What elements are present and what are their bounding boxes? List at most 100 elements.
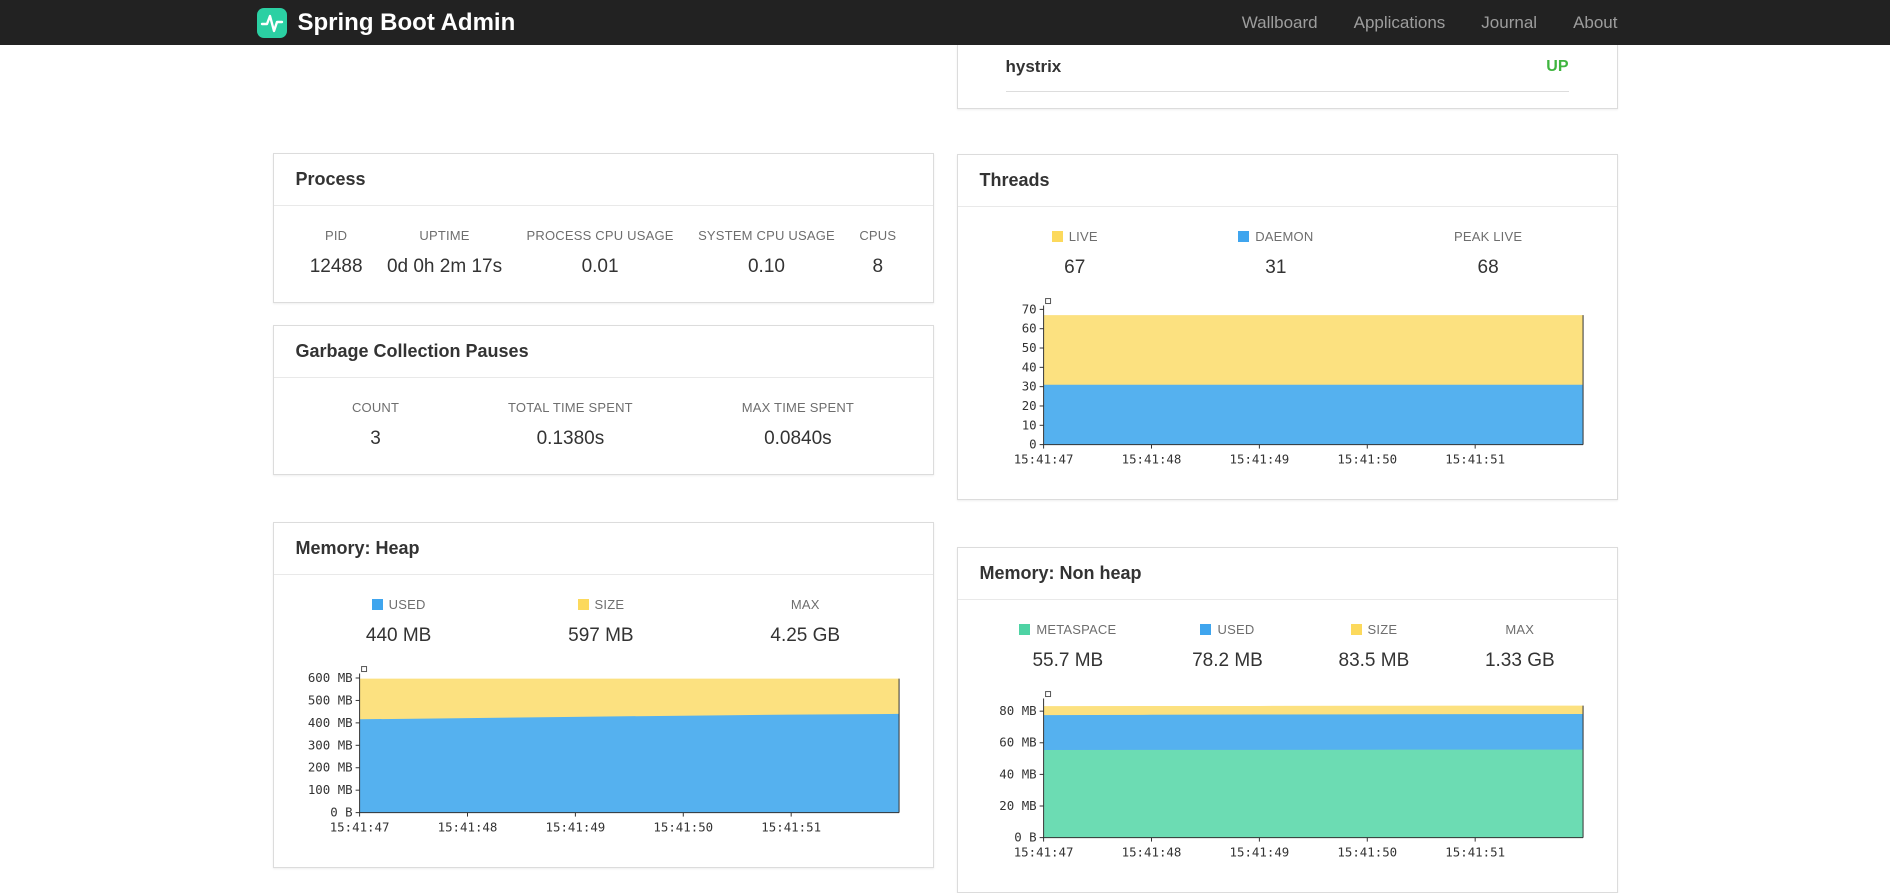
threads-card-title: Threads xyxy=(957,155,1617,207)
svg-text:15:41:48: 15:41:48 xyxy=(437,819,497,834)
metric-threads-live: LIVE 67 xyxy=(1051,229,1098,279)
metaspace-legend-swatch xyxy=(1019,624,1031,635)
metric-heap-used: USED 440 MB xyxy=(365,597,432,646)
memory-heap-card-title: Memory: Heap xyxy=(273,523,933,575)
threads-card: Threads LIVE 67 DAEMON 31 PEAK LIVE 68 0… xyxy=(956,154,1618,500)
svg-text:400 MB: 400 MB xyxy=(307,715,352,730)
svg-text:0: 0 xyxy=(1029,437,1036,452)
memory-heap-metrics: USED 440 MB SIZE 597 MB MAX 4.25 GB xyxy=(298,597,909,647)
svg-text:100 MB: 100 MB xyxy=(307,782,352,797)
gc-card-title: Garbage Collection Pauses xyxy=(273,326,933,378)
svg-text:15:41:49: 15:41:49 xyxy=(1229,451,1289,466)
metric-heap-max: MAX 4.25 GB xyxy=(770,597,841,646)
brand-link[interactable]: Spring Boot Admin xyxy=(256,7,516,38)
memory-heap-chart: 0 B 100 MB 200 MB 300 MB 400 MB 500 MB 600 MB 1… xyxy=(298,663,909,843)
svg-text:15:41:49: 15:41:49 xyxy=(1229,844,1289,859)
memory-nonheap-card-body: METASPACE 55.7 MB USED 78.2 MB SIZE 83.5… xyxy=(958,600,1617,892)
metric-gc-total-time-value: 0.1380s xyxy=(536,428,605,449)
navbar-inner: Spring Boot Admin Wallboard Applications… xyxy=(256,0,1618,45)
memory-nonheap-card-title: Memory: Non heap xyxy=(957,548,1617,600)
metric-process-cpu: PROCESS CPU USAGE 0.01 xyxy=(526,228,674,277)
threads-live-legend-swatch xyxy=(1051,231,1063,242)
metric-uptime-value: 0d 0h 2m 17s xyxy=(386,256,503,277)
nonheap-used-legend-swatch xyxy=(1200,624,1212,635)
metric-threads-peak: PEAK LIVE 68 xyxy=(1453,229,1523,278)
top-navbar: Spring Boot Admin Wallboard Applications… xyxy=(0,0,1890,45)
heap-size-legend-swatch xyxy=(577,599,589,610)
svg-text:20 MB: 20 MB xyxy=(999,798,1036,813)
metric-nonheap-size: SIZE 83.5 MB xyxy=(1338,622,1410,671)
main-content: Process PID 12488 UPTIME 0d 0h 2m 17s PR… xyxy=(272,45,1618,893)
metric-system-cpu-value: 0.10 xyxy=(747,256,785,277)
svg-text:600 MB: 600 MB xyxy=(307,670,352,685)
application-status-badge: UP xyxy=(1546,58,1569,75)
svg-text:40 MB: 40 MB xyxy=(999,766,1036,781)
metric-nonheap-used: USED 78.2 MB xyxy=(1192,622,1263,671)
metric-threads-live-value: 67 xyxy=(1064,257,1086,278)
heap-used-legend-swatch xyxy=(371,599,383,610)
svg-text:15:41:48: 15:41:48 xyxy=(1121,451,1181,466)
memory-heap-card-body: USED 440 MB SIZE 597 MB MAX 4.25 GB 0 B … xyxy=(274,575,933,867)
applications-card-partial: hystrix UP xyxy=(956,45,1618,109)
svg-text:10: 10 xyxy=(1021,417,1036,432)
svg-text:70: 70 xyxy=(1021,301,1036,316)
svg-text:15:41:51: 15:41:51 xyxy=(1445,451,1505,466)
metric-gc-max-time-value: 0.0840s xyxy=(764,428,832,449)
nonheap-size-legend-swatch xyxy=(1350,624,1362,635)
brand-title: Spring Boot Admin xyxy=(297,8,516,36)
metric-threads-daemon-value: 31 xyxy=(1265,257,1287,278)
process-card-body: PID 12488 UPTIME 0d 0h 2m 17s PROCESS CP… xyxy=(274,206,933,302)
svg-text:0 B: 0 B xyxy=(330,805,352,820)
threads-metrics: LIVE 67 DAEMON 31 PEAK LIVE 68 xyxy=(982,229,1593,279)
nav-link-about[interactable]: About xyxy=(1573,13,1617,33)
memory-nonheap-card: Memory: Non heap METASPACE 55.7 MB USED xyxy=(956,547,1618,893)
nav-link-journal[interactable]: Journal xyxy=(1481,13,1537,33)
metric-gc-total-time: TOTAL TIME SPENT 0.1380s xyxy=(508,400,633,449)
metric-metaspace-value: 55.7 MB xyxy=(1032,650,1104,671)
metric-cpus-value: 8 xyxy=(872,256,884,277)
gc-metrics: COUNT 3 TOTAL TIME SPENT 0.1380s MAX TIM… xyxy=(298,400,909,450)
metric-cpus: CPUS 8 xyxy=(859,228,897,277)
metric-heap-max-value: 4.25 GB xyxy=(770,625,841,646)
process-card: Process PID 12488 UPTIME 0d 0h 2m 17s PR… xyxy=(272,153,934,303)
metric-gc-max-time: MAX TIME SPENT 0.0840s xyxy=(741,400,855,449)
memory-nonheap-chart: 0 B 20 MB 40 MB 60 MB 80 MB 15:41:47 15:41:48 1… xyxy=(982,688,1593,868)
nav-links: Wallboard Applications Journal About xyxy=(1242,13,1618,33)
metric-heap-size-value: 597 MB xyxy=(568,625,634,646)
svg-text:15:41:50: 15:41:50 xyxy=(653,819,713,834)
memory-heap-card: Memory: Heap USED 440 MB SIZE 597 MB MAX… xyxy=(272,522,934,868)
gc-card-body: COUNT 3 TOTAL TIME SPENT 0.1380s MAX TIM… xyxy=(274,378,933,474)
nav-link-applications[interactable]: Applications xyxy=(1354,13,1446,33)
metric-gc-count-value: 3 xyxy=(370,428,381,449)
left-column: Process PID 12488 UPTIME 0d 0h 2m 17s PR… xyxy=(272,45,934,868)
svg-text:15:41:50: 15:41:50 xyxy=(1337,451,1397,466)
spring-boot-admin-logo-icon xyxy=(256,7,287,38)
application-name[interactable]: hystrix xyxy=(1006,57,1062,77)
metric-uptime: UPTIME 0d 0h 2m 17s xyxy=(386,228,503,277)
gc-pauses-card: Garbage Collection Pauses COUNT 3 TOTAL … xyxy=(272,325,934,475)
svg-text:80 MB: 80 MB xyxy=(999,703,1036,718)
process-card-title: Process xyxy=(273,154,933,206)
metric-threads-peak-value: 68 xyxy=(1477,257,1499,278)
application-row-hystrix[interactable]: hystrix UP xyxy=(1005,57,1569,92)
metric-nonheap-max-value: 1.33 GB xyxy=(1484,650,1555,671)
svg-text:30: 30 xyxy=(1021,379,1036,394)
metric-heap-size: SIZE 597 MB xyxy=(568,597,634,646)
metric-threads-daemon: DAEMON 31 xyxy=(1238,229,1313,279)
svg-text:300 MB: 300 MB xyxy=(307,737,352,752)
svg-text:40: 40 xyxy=(1021,359,1036,374)
svg-text:15:41:51: 15:41:51 xyxy=(761,819,821,834)
svg-text:60: 60 xyxy=(1021,321,1036,336)
svg-text:0 B: 0 B xyxy=(1014,830,1036,845)
memory-nonheap-metrics: METASPACE 55.7 MB USED 78.2 MB SIZE 83.5… xyxy=(982,622,1593,672)
svg-text:20: 20 xyxy=(1021,398,1036,413)
metric-nonheap-size-value: 83.5 MB xyxy=(1338,650,1410,671)
svg-text:15:41:48: 15:41:48 xyxy=(1121,844,1181,859)
nav-link-wallboard[interactable]: Wallboard xyxy=(1242,13,1318,33)
svg-text:15:41:50: 15:41:50 xyxy=(1337,844,1397,859)
metric-nonheap-max: MAX 1.33 GB xyxy=(1484,622,1555,671)
process-metrics: PID 12488 UPTIME 0d 0h 2m 17s PROCESS CP… xyxy=(298,228,909,278)
right-column: hystrix UP Threads LIVE 67 DAEMON 31 PEA… xyxy=(956,45,1618,893)
svg-text:60 MB: 60 MB xyxy=(999,735,1036,750)
svg-text:15:41:49: 15:41:49 xyxy=(545,819,605,834)
